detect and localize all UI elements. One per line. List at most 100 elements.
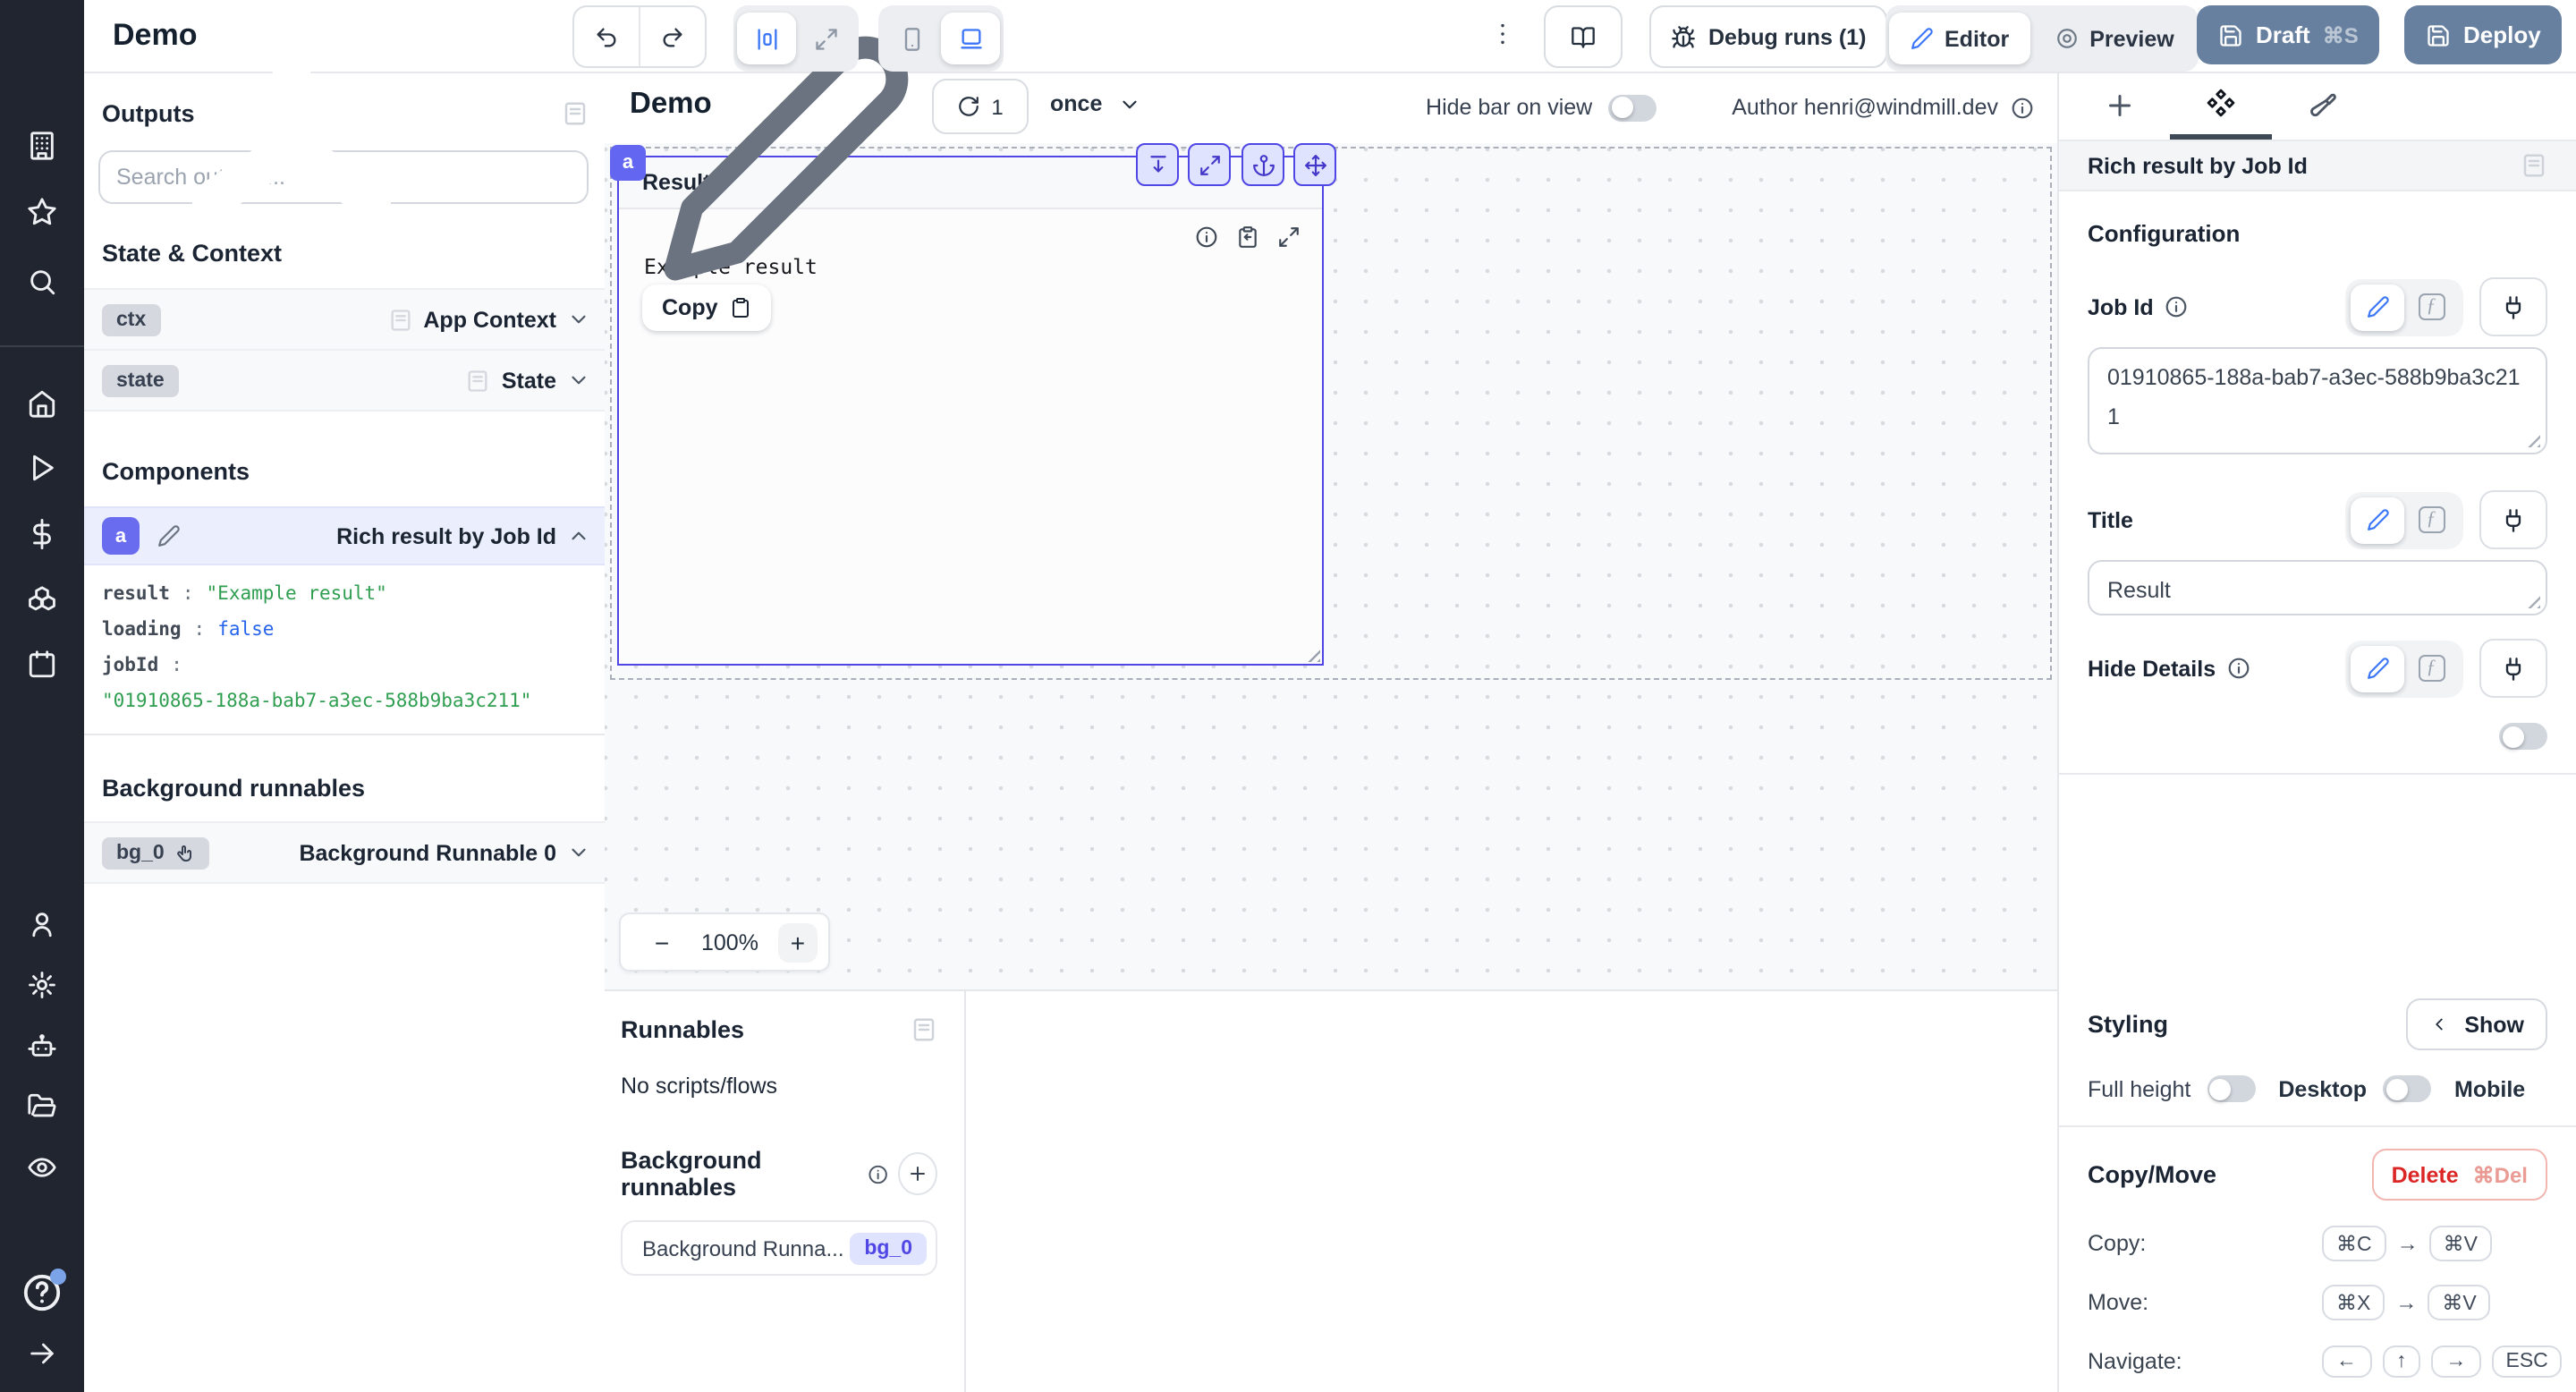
help-icon[interactable] xyxy=(21,1269,66,1313)
hide-bar-label: Hide bar on view xyxy=(1426,95,1593,120)
full-height-toggle[interactable] xyxy=(2207,1075,2256,1102)
tab-insert-component[interactable] xyxy=(2068,72,2170,140)
title-input[interactable]: Result xyxy=(2088,560,2547,615)
zoom-in-button[interactable]: + xyxy=(777,922,818,962)
resources-icon[interactable] xyxy=(27,585,57,615)
show-styling-button[interactable]: Show xyxy=(2405,998,2547,1050)
info-icon[interactable] xyxy=(2165,295,2188,318)
connect-input-button[interactable] xyxy=(2479,277,2547,336)
panel-doc-icon[interactable] xyxy=(2521,152,2547,179)
configuration-title: Configuration xyxy=(2088,220,2241,247)
background-runnable-row[interactable]: bg_0 Background Runnable 0 xyxy=(84,821,605,884)
save-draft-button[interactable]: Draft ⌘S xyxy=(2197,5,2380,64)
prop-result[interactable]: result : "Example result" xyxy=(102,583,587,605)
desktop-view-toggle[interactable] xyxy=(941,13,1000,64)
static-mode-button[interactable] xyxy=(2351,284,2404,330)
chevron-down-icon[interactable] xyxy=(567,841,590,864)
fill-height-handle[interactable] xyxy=(1136,143,1179,186)
schedules-icon[interactable] xyxy=(27,649,57,680)
redo-button[interactable] xyxy=(640,7,705,66)
undo-button[interactable] xyxy=(574,7,640,66)
connect-input-button[interactable] xyxy=(2479,490,2547,549)
job-id-input[interactable]: 01910865-188a-bab7-a3ec-588b9ba3c211 xyxy=(2088,347,2547,454)
save-icon xyxy=(2426,22,2451,47)
copy-result-icon[interactable] xyxy=(1236,225,1259,249)
output-row-state[interactable]: state State xyxy=(84,349,605,412)
component-resize-handle[interactable] xyxy=(1306,648,1320,662)
output-row-ctx[interactable]: ctx App Context xyxy=(84,288,605,351)
runnables-doc-icon[interactable] xyxy=(911,1016,937,1043)
workers-icon[interactable] xyxy=(27,1032,57,1063)
chevron-down-icon[interactable] xyxy=(567,369,590,392)
folders-icon[interactable] xyxy=(27,1091,57,1122)
home-icon[interactable] xyxy=(27,388,57,419)
rename-component-icon[interactable] xyxy=(157,524,181,547)
preview-tab[interactable]: Preview xyxy=(2034,13,2196,64)
hide-bar-toggle[interactable] xyxy=(1608,94,1657,121)
eval-mode-button[interactable]: ƒ xyxy=(2404,497,2458,543)
fullscreen-layout-toggle[interactable] xyxy=(796,13,855,64)
debug-runs-button[interactable]: Debug runs (1) xyxy=(1649,5,1888,68)
variables-icon[interactable] xyxy=(27,519,57,549)
resize-handle[interactable] xyxy=(2526,594,2540,608)
undo-redo-group xyxy=(572,5,707,68)
refresh-frequency-select[interactable]: once xyxy=(1050,91,1141,116)
copymove-title: Copy/Move xyxy=(2088,1161,2217,1188)
workspace-rail xyxy=(0,0,84,1392)
runs-icon[interactable] xyxy=(27,453,57,483)
editor-tab[interactable]: Editor xyxy=(1889,13,2031,64)
chevron-up-icon[interactable] xyxy=(567,524,590,547)
prop-jobid[interactable]: jobId : xyxy=(102,655,587,676)
workspace-icon[interactable] xyxy=(27,131,57,161)
tab-styling[interactable] xyxy=(2272,72,2374,140)
state-label: State xyxy=(501,368,556,393)
title-mode-switch: ƒ xyxy=(2345,491,2463,548)
background-runnable-item[interactable]: Background Runna... bg_0 xyxy=(621,1220,937,1276)
component-row[interactable]: a Rich result by Job Id xyxy=(84,506,605,565)
windmill-logo[interactable] xyxy=(23,13,61,50)
job-id-mode-switch: ƒ xyxy=(2345,278,2463,335)
chevron-down-icon[interactable] xyxy=(567,308,590,331)
info-icon[interactable] xyxy=(867,1162,887,1185)
more-menu-icon[interactable] xyxy=(1488,14,1517,54)
search-icon[interactable] xyxy=(27,267,57,297)
desktop-toggle[interactable] xyxy=(2383,1075,2432,1102)
deploy-button[interactable]: Deploy xyxy=(2404,5,2563,64)
docs-button[interactable] xyxy=(1544,5,1623,68)
delete-button[interactable]: Delete ⌘Del xyxy=(2371,1149,2547,1201)
audit-logs-icon[interactable] xyxy=(27,1152,57,1183)
mobile-view-toggle[interactable] xyxy=(882,13,941,64)
background-runnables-title: Background runnables xyxy=(102,775,366,802)
move-handle[interactable] xyxy=(1293,143,1336,186)
expand-result-icon[interactable] xyxy=(1277,225,1301,249)
connect-input-button[interactable] xyxy=(2479,639,2547,698)
users-icon[interactable] xyxy=(27,909,57,939)
windmill-app-editor: Demo Debug runs (1) Editor Preview Draft… xyxy=(0,0,2576,1392)
delete-shortcut: ⌘Del xyxy=(2472,1162,2528,1187)
runnables-panel: Runnables No scripts/flows Background ru… xyxy=(605,991,966,1392)
components-title: Components xyxy=(102,458,250,485)
hide-details-toggle[interactable] xyxy=(2499,723,2547,750)
function-icon: ƒ xyxy=(2418,293,2445,320)
tab-component-settings[interactable] xyxy=(2170,72,2272,140)
prop-loading[interactable]: loading : false xyxy=(102,619,587,641)
author-info-icon[interactable] xyxy=(2011,96,2034,119)
resize-handle[interactable] xyxy=(2526,433,2540,447)
runnable-label: Background Runna... xyxy=(642,1235,844,1260)
centered-layout-toggle[interactable] xyxy=(737,13,796,64)
info-icon[interactable] xyxy=(1195,225,1218,249)
add-background-runnable-button[interactable] xyxy=(898,1152,937,1195)
settings-gear-icon[interactable] xyxy=(27,970,57,1000)
static-mode-button[interactable] xyxy=(2351,497,2404,543)
eval-mode-button[interactable]: ƒ xyxy=(2404,645,2458,692)
zoom-out-button[interactable]: − xyxy=(642,922,682,962)
eval-mode-button[interactable]: ƒ xyxy=(2404,284,2458,330)
favorites-icon[interactable] xyxy=(27,197,57,227)
pencil-icon xyxy=(1911,27,1934,50)
expand-handle[interactable] xyxy=(1188,143,1231,186)
expand-rail-icon[interactable] xyxy=(27,1338,57,1369)
kbd-cmd-v: ⌘V xyxy=(2428,1226,2492,1261)
static-mode-button[interactable] xyxy=(2351,645,2404,692)
info-icon[interactable] xyxy=(2226,657,2250,680)
anchor-handle[interactable] xyxy=(1241,143,1284,186)
